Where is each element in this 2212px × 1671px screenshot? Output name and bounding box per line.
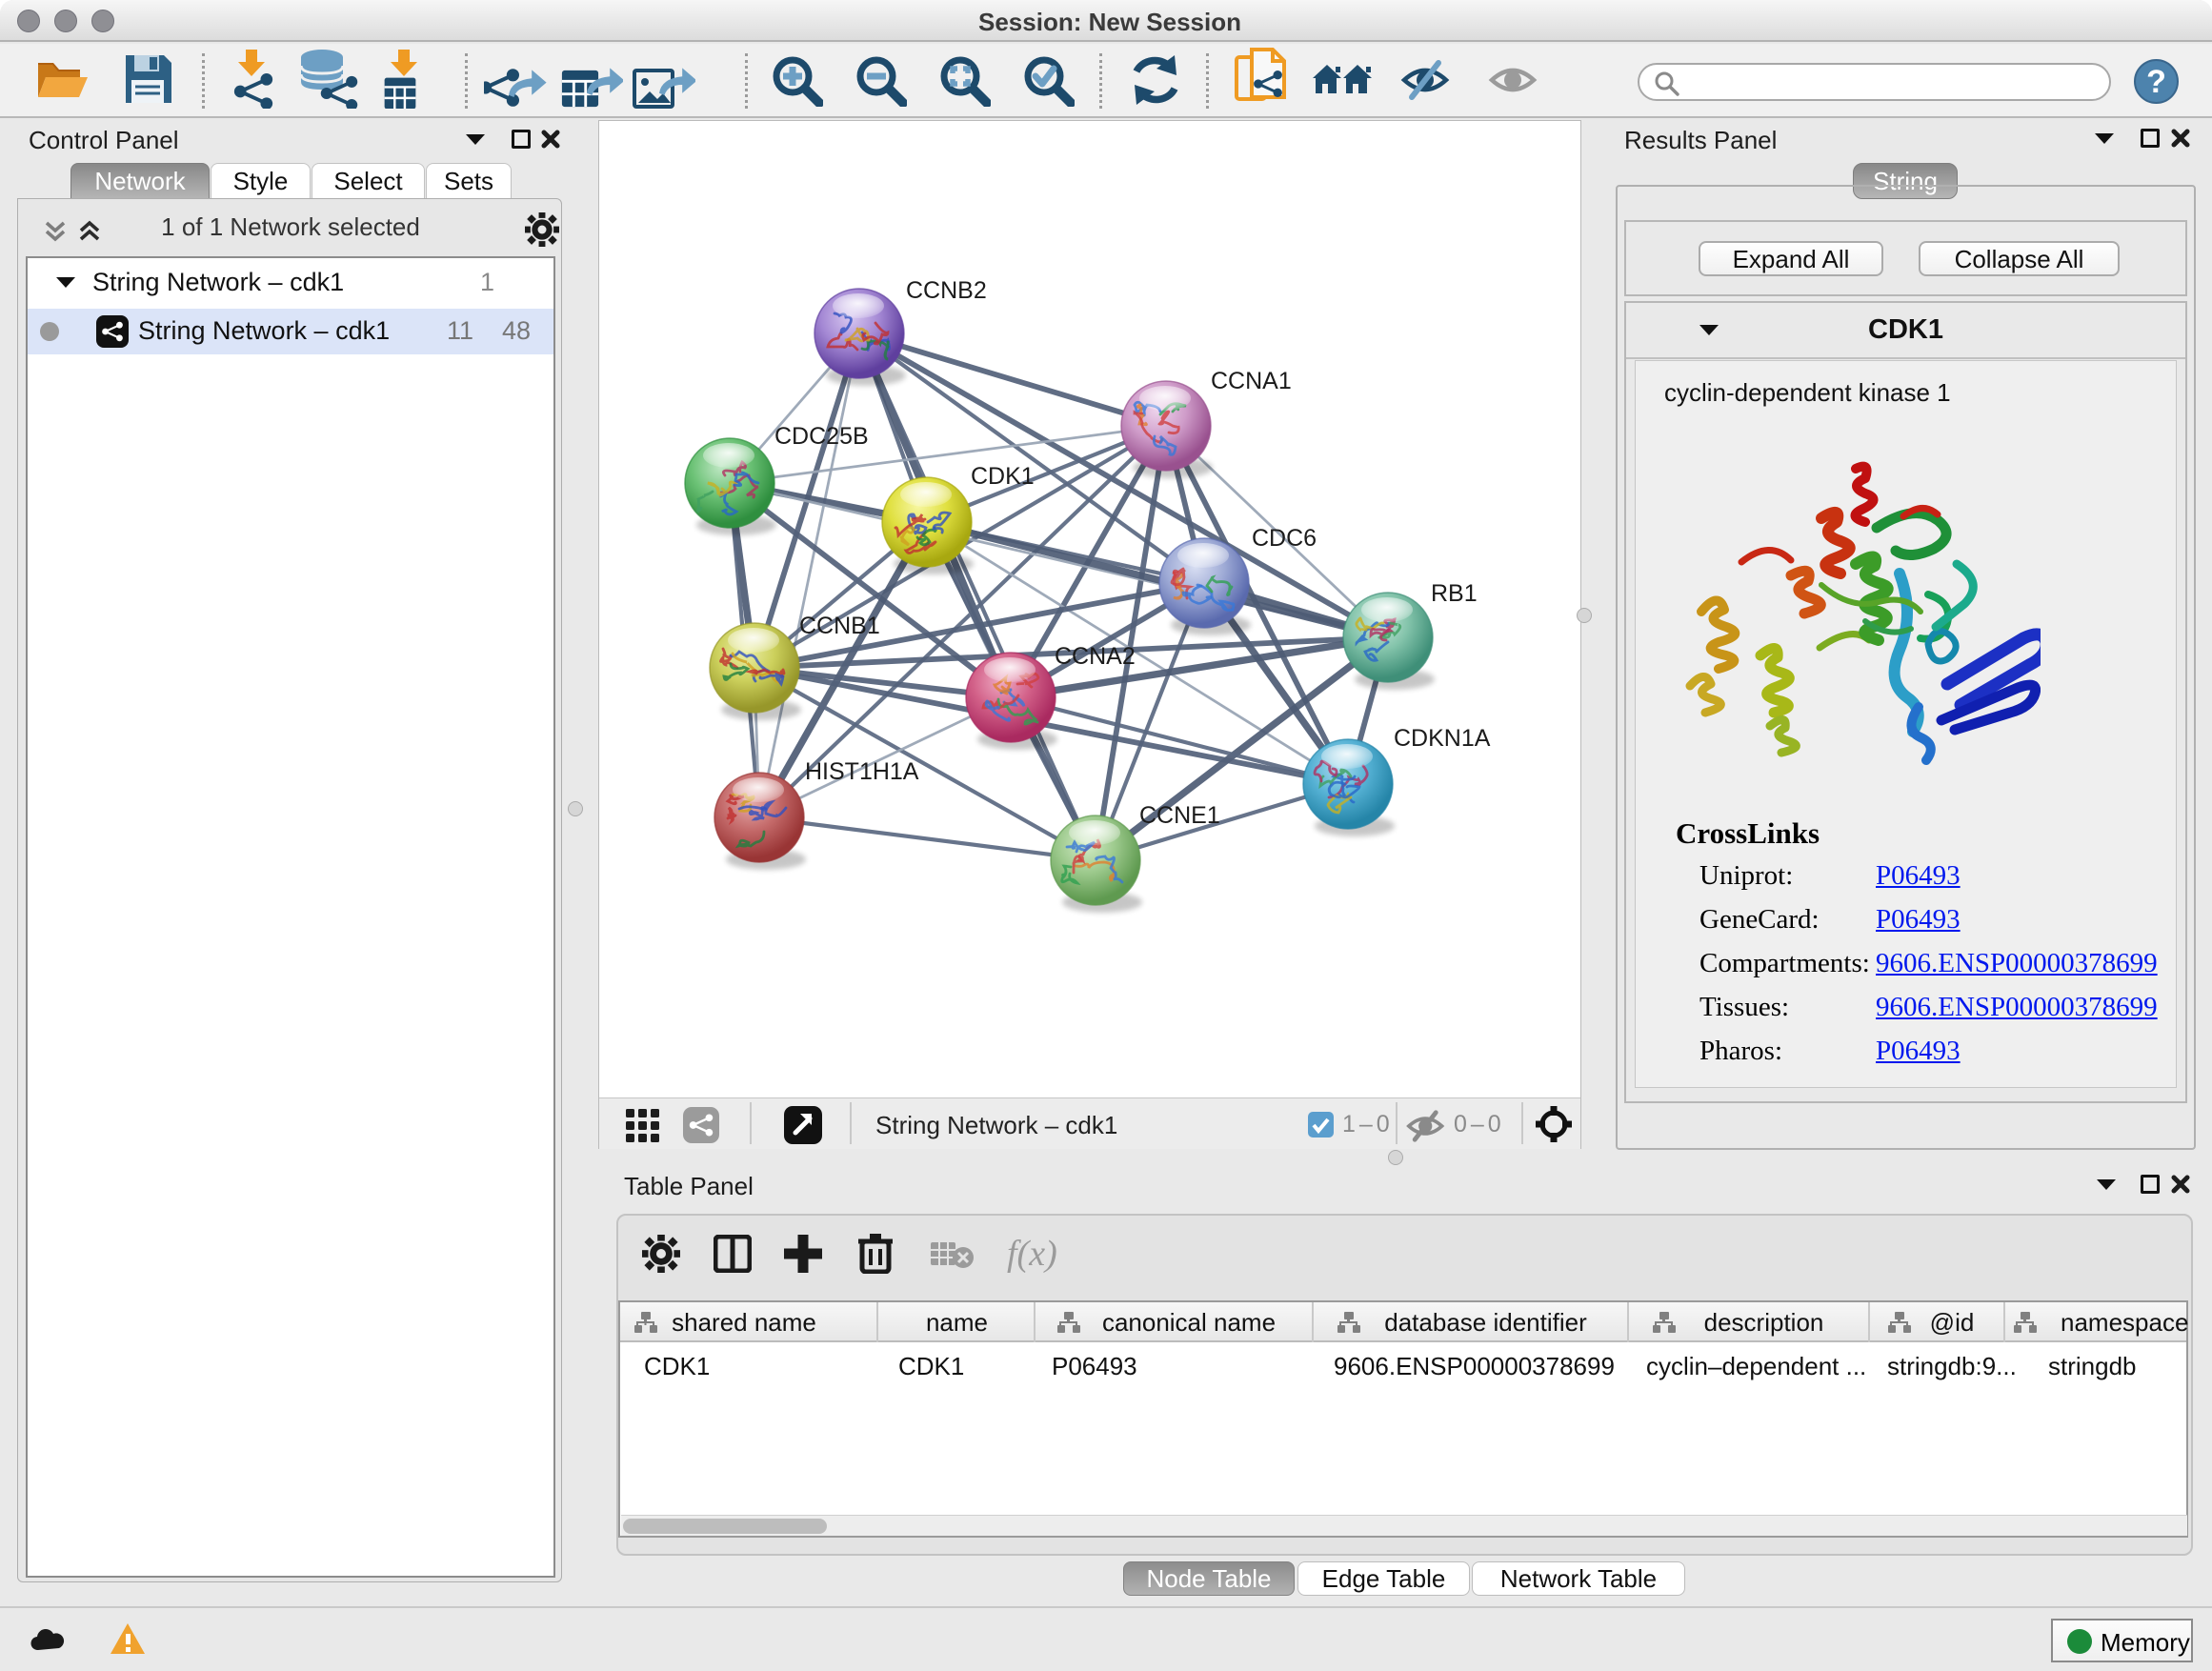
svg-text:CCNB1: CCNB1 <box>799 613 880 639</box>
svg-text:CCNB2: CCNB2 <box>906 277 987 304</box>
svg-text:RB1: RB1 <box>1431 580 1478 607</box>
svg-text:CCNE1: CCNE1 <box>1139 802 1220 829</box>
svg-text:CCNA2: CCNA2 <box>1055 643 1136 670</box>
svg-text:HIST1H1A: HIST1H1A <box>805 758 919 785</box>
svg-text:CDK1: CDK1 <box>971 463 1035 490</box>
svg-text:CDC6: CDC6 <box>1252 525 1317 552</box>
svg-text:CDKN1A: CDKN1A <box>1394 725 1491 752</box>
svg-text:CCNA1: CCNA1 <box>1211 368 1292 394</box>
svg-text:CDC25B: CDC25B <box>774 423 869 450</box>
